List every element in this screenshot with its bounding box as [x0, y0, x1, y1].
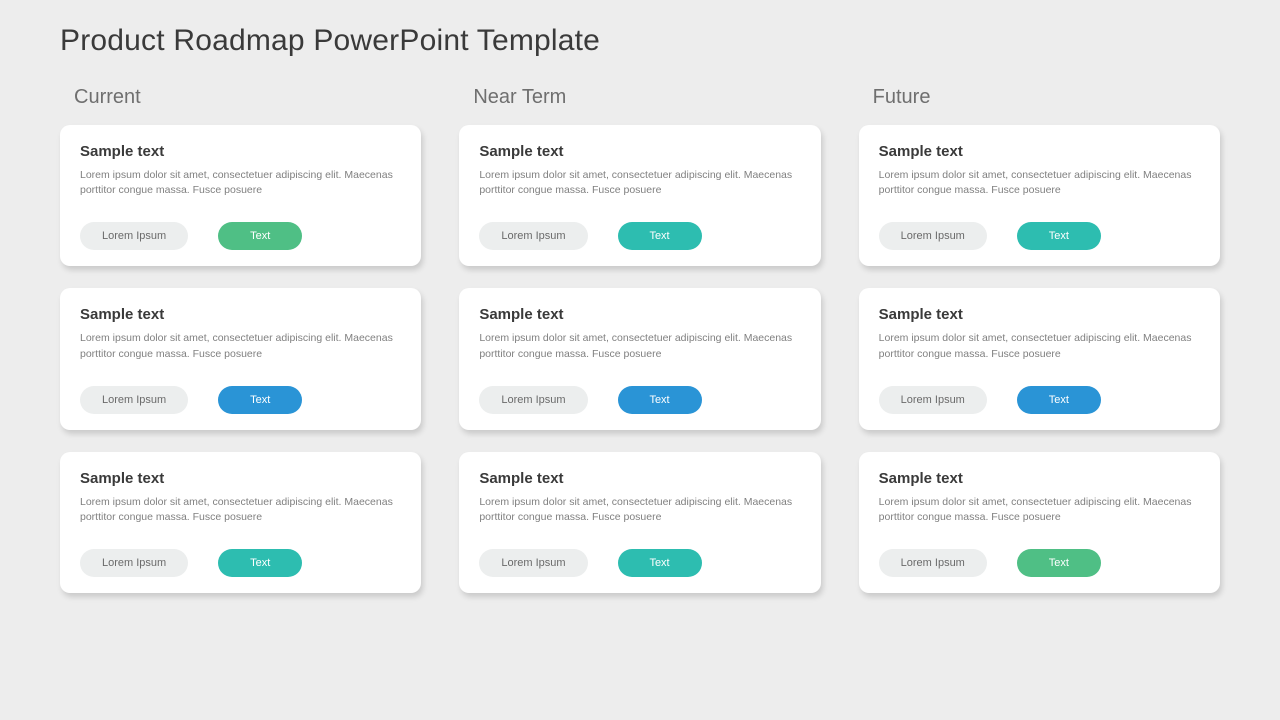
roadmap-card: Sample text Lorem ipsum dolor sit amet, c…: [859, 288, 1220, 429]
card-body: Lorem ipsum dolor sit amet, consectetuer…: [80, 495, 401, 525]
tag-pill[interactable]: Lorem Ipsum: [80, 386, 188, 414]
roadmap-card: Sample text Lorem ipsum dolor sit amet, c…: [459, 452, 820, 593]
roadmap-columns: Current Sample text Lorem ipsum dolor sit …: [60, 86, 1220, 615]
action-pill[interactable]: Text: [1017, 549, 1101, 577]
card-body: Lorem ipsum dolor sit amet, consectetuer…: [479, 331, 800, 361]
action-pill[interactable]: Text: [1017, 222, 1101, 250]
roadmap-card: Sample text Lorem ipsum dolor sit amet, c…: [859, 452, 1220, 593]
pill-row: Lorem Ipsum Text: [479, 386, 800, 414]
pill-row: Lorem Ipsum Text: [879, 222, 1200, 250]
card-body: Lorem ipsum dolor sit amet, consectetuer…: [80, 331, 401, 361]
page-title: Product Roadmap PowerPoint Template: [60, 24, 1220, 58]
roadmap-card: Sample text Lorem ipsum dolor sit amet, c…: [459, 125, 820, 266]
action-pill[interactable]: Text: [618, 549, 702, 577]
pill-row: Lorem Ipsum Text: [879, 549, 1200, 577]
action-pill[interactable]: Text: [218, 549, 302, 577]
pill-row: Lorem Ipsum Text: [80, 386, 401, 414]
action-pill[interactable]: Text: [218, 222, 302, 250]
roadmap-card: Sample text Lorem ipsum dolor sit amet, c…: [859, 125, 1220, 266]
card-body: Lorem ipsum dolor sit amet, consectetuer…: [479, 495, 800, 525]
column-header: Future: [873, 86, 1220, 109]
action-pill[interactable]: Text: [1017, 386, 1101, 414]
pill-row: Lorem Ipsum Text: [80, 222, 401, 250]
action-pill[interactable]: Text: [218, 386, 302, 414]
tag-pill[interactable]: Lorem Ipsum: [479, 549, 587, 577]
tag-pill[interactable]: Lorem Ipsum: [879, 549, 987, 577]
card-body: Lorem ipsum dolor sit amet, consectetuer…: [80, 168, 401, 198]
card-body: Lorem ipsum dolor sit amet, consectetuer…: [879, 331, 1200, 361]
tag-pill[interactable]: Lorem Ipsum: [879, 222, 987, 250]
roadmap-card: Sample text Lorem ipsum dolor sit amet, c…: [60, 125, 421, 266]
card-title: Sample text: [80, 306, 401, 323]
card-title: Sample text: [479, 143, 800, 160]
roadmap-card: Sample text Lorem ipsum dolor sit amet, c…: [60, 288, 421, 429]
card-title: Sample text: [479, 470, 800, 487]
tag-pill[interactable]: Lorem Ipsum: [80, 222, 188, 250]
card-title: Sample text: [879, 306, 1200, 323]
card-body: Lorem ipsum dolor sit amet, consectetuer…: [879, 168, 1200, 198]
roadmap-column: Current Sample text Lorem ipsum dolor sit …: [60, 86, 421, 615]
card-body: Lorem ipsum dolor sit amet, consectetuer…: [879, 495, 1200, 525]
card-title: Sample text: [879, 143, 1200, 160]
pill-row: Lorem Ipsum Text: [479, 549, 800, 577]
tag-pill[interactable]: Lorem Ipsum: [879, 386, 987, 414]
column-header: Near Term: [473, 86, 820, 109]
roadmap-column: Future Sample text Lorem ipsum dolor sit a…: [859, 86, 1220, 615]
card-title: Sample text: [879, 470, 1200, 487]
card-title: Sample text: [80, 470, 401, 487]
pill-row: Lorem Ipsum Text: [479, 222, 800, 250]
pill-row: Lorem Ipsum Text: [80, 549, 401, 577]
action-pill[interactable]: Text: [618, 386, 702, 414]
column-header: Current: [74, 86, 421, 109]
roadmap-column: Near Term Sample text Lorem ipsum dolor si…: [459, 86, 820, 615]
action-pill[interactable]: Text: [618, 222, 702, 250]
card-body: Lorem ipsum dolor sit amet, consectetuer…: [479, 168, 800, 198]
roadmap-card: Sample text Lorem ipsum dolor sit amet, c…: [60, 452, 421, 593]
tag-pill[interactable]: Lorem Ipsum: [80, 549, 188, 577]
card-title: Sample text: [80, 143, 401, 160]
card-title: Sample text: [479, 306, 800, 323]
tag-pill[interactable]: Lorem Ipsum: [479, 222, 587, 250]
tag-pill[interactable]: Lorem Ipsum: [479, 386, 587, 414]
pill-row: Lorem Ipsum Text: [879, 386, 1200, 414]
roadmap-card: Sample text Lorem ipsum dolor sit amet, c…: [459, 288, 820, 429]
